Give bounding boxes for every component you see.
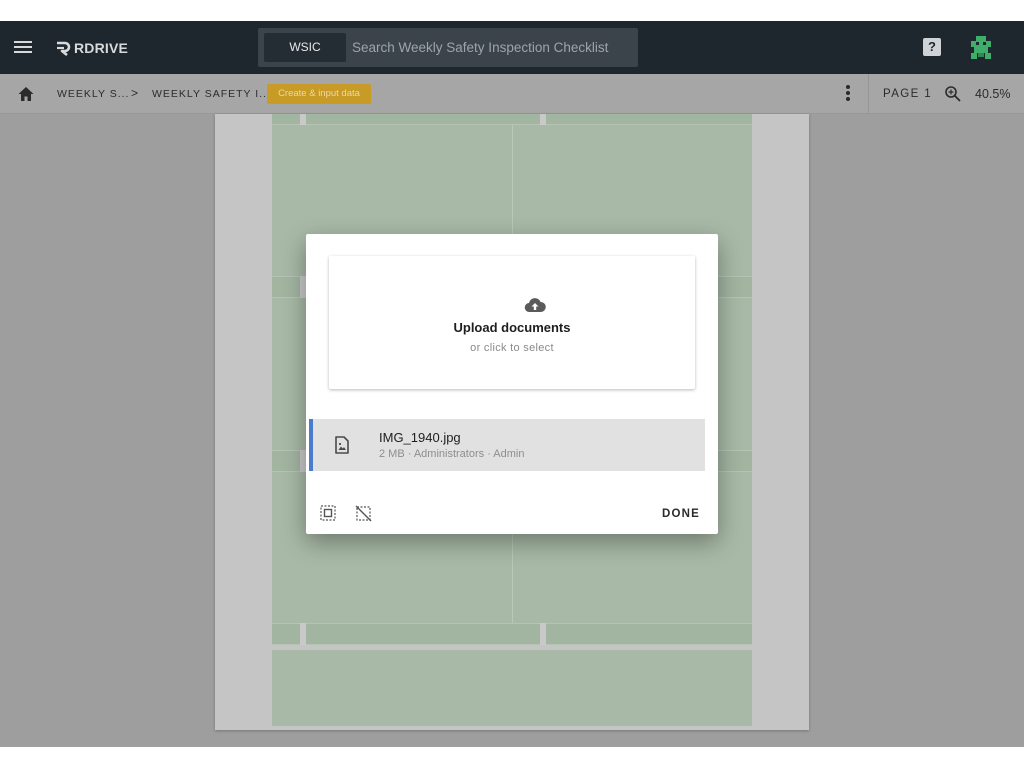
done-button[interactable]: DONE	[656, 504, 700, 524]
avatar[interactable]	[967, 34, 995, 62]
file-name: IMG_1940.jpg	[379, 430, 461, 445]
select-all-icon[interactable]	[320, 505, 336, 521]
zoom-icon[interactable]	[944, 85, 962, 103]
app-logo[interactable]: RDRIVE	[55, 37, 128, 59]
form-row	[272, 623, 752, 645]
row-marker	[540, 114, 546, 125]
document-footer-area	[272, 650, 752, 726]
top-bar: RDRIVE WSIC ?	[0, 21, 1024, 74]
page-label[interactable]: PAGE 1	[883, 88, 932, 100]
breadcrumb-item-2[interactable]: WEEKLY SAFETY I...	[152, 88, 271, 100]
row-marker	[540, 623, 546, 645]
app-window: RDRIVE WSIC ? WEEKLY S... > WEEKLY SAFET…	[0, 21, 1024, 747]
file-meta: 2 MB · Administrators · Admin	[379, 448, 525, 460]
row-marker	[300, 623, 306, 645]
home-icon[interactable]	[17, 85, 35, 103]
search-bar: WSIC	[258, 28, 638, 67]
breadcrumb-separator: >	[131, 86, 139, 100]
list-item[interactable]: IMG_1940.jpg 2 MB · Administrators · Adm…	[309, 419, 705, 471]
breadcrumb-item-1[interactable]: WEEKLY S...	[57, 88, 129, 100]
form-row	[272, 114, 752, 125]
row-marker	[300, 114, 306, 125]
breadcrumb: WEEKLY S... > WEEKLY SAFETY I... Create …	[0, 74, 1024, 114]
upload-subtitle: or click to select	[470, 342, 554, 354]
create-input-data-badge[interactable]: Create & input data	[267, 84, 371, 104]
search-input[interactable]	[352, 28, 632, 67]
upload-dropzone[interactable]: Upload documents or click to select	[329, 256, 695, 389]
search-scope-chip[interactable]: WSIC	[264, 33, 346, 62]
zoom-level[interactable]: 40.5%	[975, 87, 1010, 101]
help-icon[interactable]: ?	[923, 38, 941, 56]
selected-indicator	[309, 419, 313, 471]
upload-dialog: Upload documents or click to select IMG_…	[306, 234, 718, 534]
more-vert-icon[interactable]	[840, 84, 856, 104]
toolbar-divider	[868, 74, 869, 114]
image-file-icon	[335, 436, 349, 454]
upload-title: Upload documents	[453, 320, 571, 335]
cloud-upload-icon	[524, 298, 546, 313]
logo-icon	[57, 41, 71, 56]
hamburger-icon[interactable]	[12, 36, 34, 58]
deselect-icon[interactable]	[355, 505, 372, 522]
logo-text: RDRIVE	[74, 40, 129, 56]
